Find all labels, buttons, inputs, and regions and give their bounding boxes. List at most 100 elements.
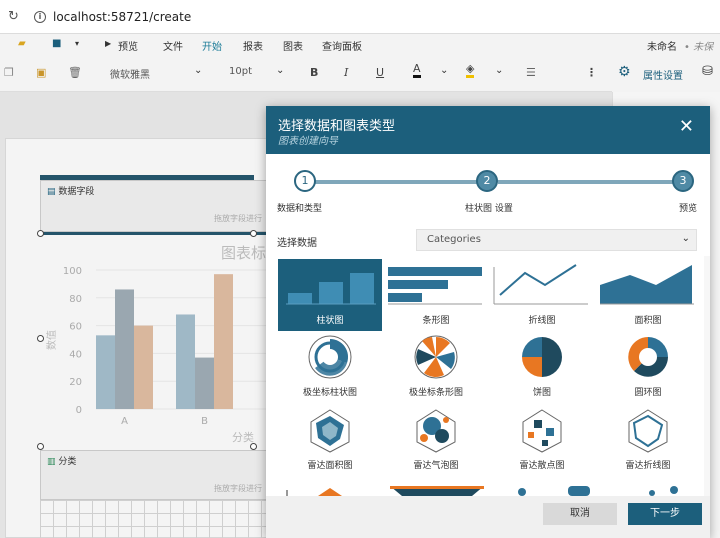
chart-type-label: 雷达面积图 bbox=[307, 461, 353, 471]
bar bbox=[115, 289, 134, 409]
chart-type-label: 条形图 bbox=[422, 316, 450, 326]
step-3-label: 预览 bbox=[679, 204, 698, 214]
chart-type-radar-bubble[interactable]: 雷达气泡图 bbox=[384, 408, 488, 480]
font-family-select[interactable]: 微软雅黑 bbox=[110, 66, 150, 84]
bar-chart-icon bbox=[388, 267, 482, 305]
y-tick-label: 100 bbox=[63, 266, 82, 277]
folder-icon[interactable]: ▰ bbox=[18, 38, 26, 49]
save-dropdown-icon[interactable]: ▾ bbox=[75, 39, 79, 48]
chart-preview[interactable]: 图表标 100 80 60 40 20 0 A B 数值 分类 bbox=[41, 236, 267, 446]
cancel-button[interactable]: 取消 bbox=[543, 503, 617, 525]
site-info-icon[interactable]: i bbox=[34, 11, 46, 23]
chart-type-area[interactable]: 面积图 bbox=[596, 259, 700, 331]
delete-icon[interactable]: 🗑 bbox=[68, 66, 82, 79]
chart-type-radar-line[interactable]: 雷达折线图 bbox=[596, 408, 700, 480]
chart-type-bar[interactable]: 条形图 bbox=[384, 259, 488, 331]
bar bbox=[195, 357, 214, 409]
radar-bubble-icon bbox=[416, 409, 456, 453]
bar bbox=[214, 274, 233, 409]
y-tick-label: 20 bbox=[69, 377, 82, 388]
category-icon: ▥ bbox=[47, 457, 56, 467]
data-fields-zone[interactable]: ▤ 数据字段 拖放字段进行 bbox=[40, 180, 267, 232]
bar bbox=[96, 335, 115, 409]
chart-type-label: 饼图 bbox=[532, 388, 551, 398]
font-size-select[interactable]: 10pt bbox=[229, 66, 252, 84]
data-fields-label: ▤ 数据字段 bbox=[47, 187, 95, 197]
chart-type-label: 雷达折线图 bbox=[625, 461, 671, 471]
chart-type-label: 柱状图 bbox=[316, 316, 344, 326]
y-tick-label: 80 bbox=[69, 294, 82, 305]
x-axis-label: 分类 bbox=[232, 430, 254, 444]
y-tick-label: 0 bbox=[76, 405, 82, 416]
chart-type-line[interactable]: 折线图 bbox=[490, 259, 594, 331]
database-icon[interactable]: ⛁ bbox=[702, 64, 713, 79]
properties-tab[interactable]: 属性设置 bbox=[643, 67, 683, 82]
y-tick-label: 60 bbox=[69, 322, 82, 333]
paste-icon[interactable]: ▣ bbox=[36, 66, 46, 79]
chart-type-polar-column[interactable]: 极坐标柱状图 bbox=[278, 335, 382, 407]
step-3[interactable]: 3 bbox=[672, 170, 694, 192]
menu-report[interactable]: 报表 bbox=[243, 38, 263, 53]
menu-file[interactable]: 文件 bbox=[163, 38, 183, 53]
area-chart-icon bbox=[600, 265, 694, 305]
radar-line-icon bbox=[628, 409, 668, 453]
doughnut-chart-icon bbox=[628, 337, 668, 377]
tile-scrollbar[interactable] bbox=[704, 256, 710, 496]
fill-color-chevron-icon[interactable]: ⌄ bbox=[495, 65, 503, 76]
font-family-chevron-icon[interactable]: ⌄ bbox=[194, 65, 202, 76]
menu-chart[interactable]: 图表 bbox=[283, 38, 303, 53]
url-text[interactable]: localhost:58721/create bbox=[53, 10, 191, 24]
y-axis-label: 数值 bbox=[45, 330, 58, 350]
bar bbox=[134, 325, 153, 409]
chart-type-label: 极坐标条形图 bbox=[408, 388, 463, 398]
chart-type-doughnut[interactable]: 圆环图 bbox=[596, 335, 700, 407]
gear-icon[interactable]: ⚙ bbox=[618, 64, 631, 80]
refresh-icon[interactable]: ↻ bbox=[8, 9, 19, 24]
menu-preview[interactable]: 预览 bbox=[118, 38, 138, 53]
chart-type-column[interactable]: 柱状图 bbox=[278, 259, 382, 331]
menu-query-panel[interactable]: 查询面板 bbox=[322, 38, 362, 53]
chart-type-radar-area[interactable]: 雷达面积图 bbox=[278, 408, 382, 480]
font-color-button[interactable]: A bbox=[413, 63, 421, 78]
chart-type-polar-bar[interactable]: 极坐标条形图 bbox=[384, 335, 488, 407]
address-bar: ↻ i localhost:58721/create bbox=[0, 0, 720, 34]
font-color-chevron-icon[interactable]: ⌄ bbox=[440, 65, 448, 76]
drop-hint: 拖放字段进行 bbox=[214, 214, 262, 223]
align-icon[interactable]: ☰ bbox=[526, 66, 536, 79]
select-data-value: Categories bbox=[427, 234, 481, 245]
pie-chart-icon bbox=[522, 337, 562, 377]
next-button[interactable]: 下一步 bbox=[628, 503, 702, 525]
fill-color-icon[interactable]: ◈ bbox=[466, 63, 475, 78]
step-line bbox=[304, 180, 480, 184]
bar bbox=[176, 314, 195, 409]
radar-area-icon bbox=[310, 409, 350, 453]
step-2[interactable]: 2 bbox=[476, 170, 498, 192]
step-1[interactable]: 1 bbox=[294, 170, 316, 192]
bold-button[interactable]: B bbox=[310, 66, 318, 79]
column-chart-icon bbox=[286, 273, 376, 305]
polar-bar-icon bbox=[414, 335, 458, 379]
chart-wizard-dialog: 选择数据和图表类型 图表创建向导 ✕ 1 2 3 数据和类型 柱状图 设置 预览… bbox=[266, 106, 710, 538]
select-data-dropdown[interactable]: Categories ⌄ bbox=[416, 229, 697, 251]
menu-bar: ▰ ■ ▾ ▶ 预览 文件 开始 报表 图表 查询面板 未命名 • 未保存 bbox=[0, 34, 720, 68]
font-size-chevron-icon[interactable]: ⌄ bbox=[276, 65, 284, 76]
copy-icon[interactable]: ❐ bbox=[4, 66, 14, 79]
chart-type-radar-scatter[interactable]: 雷达散点图 bbox=[490, 408, 594, 480]
grid-area bbox=[40, 500, 267, 538]
chart-type-label: 面积图 bbox=[634, 316, 662, 326]
chart-type-pie[interactable]: 饼图 bbox=[490, 335, 594, 407]
underline-button[interactable]: U bbox=[376, 66, 384, 79]
category-zone[interactable]: ▥ 分类 拖放字段进行 bbox=[40, 450, 267, 500]
close-icon[interactable]: ✕ bbox=[679, 118, 694, 136]
more-icon[interactable]: ⋮ bbox=[586, 66, 597, 79]
play-icon[interactable]: ▶ bbox=[105, 39, 111, 48]
x-tick-label: A bbox=[121, 416, 128, 427]
properties-bar: ⚙ 属性设置 ⛁ bbox=[612, 54, 720, 92]
category-label: ▥ 分类 bbox=[47, 457, 77, 467]
selection-top-line bbox=[40, 232, 267, 235]
step-line bbox=[498, 180, 674, 184]
dialog-subtitle: 图表创建向导 bbox=[278, 136, 338, 147]
polar-column-icon bbox=[308, 335, 352, 379]
italic-button[interactable]: I bbox=[344, 66, 348, 79]
save-icon[interactable]: ■ bbox=[52, 38, 61, 49]
